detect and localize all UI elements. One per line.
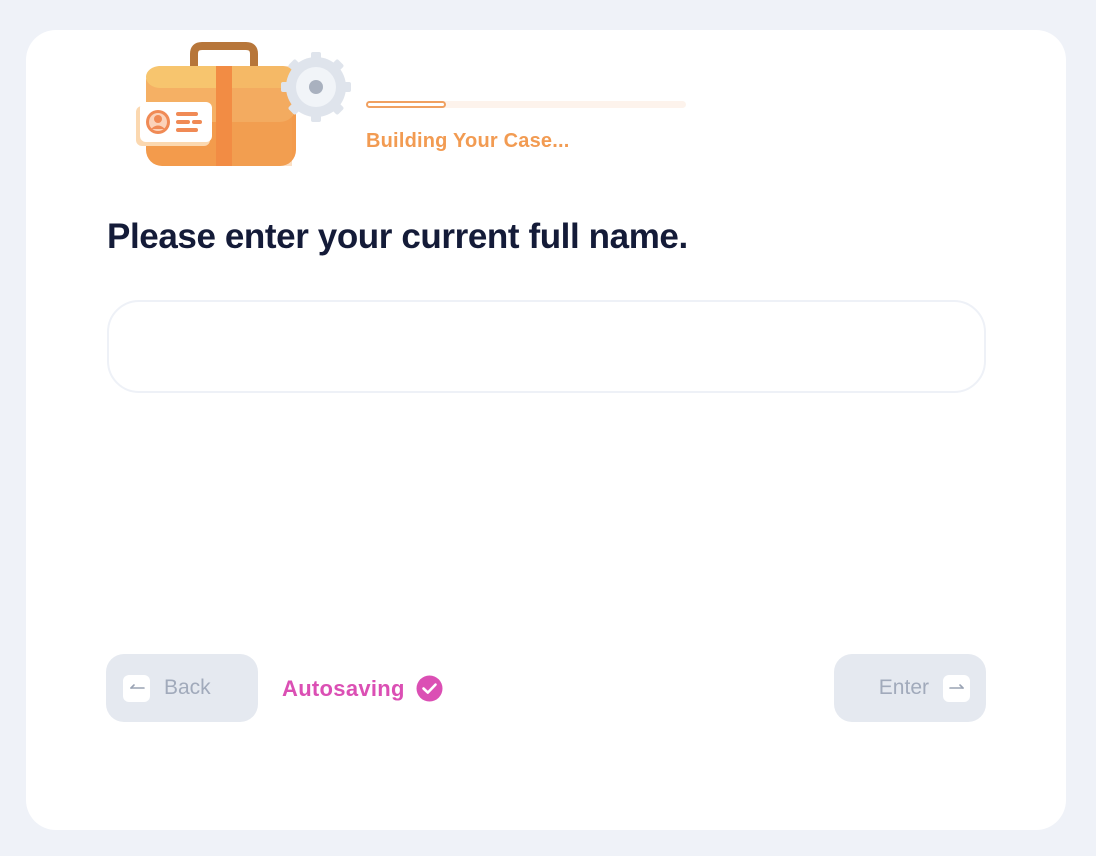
back-button[interactable]: Back [106,654,258,722]
progress-bar [366,101,686,108]
check-circle-icon [416,675,443,702]
briefcase-gear-icon [134,42,356,172]
autosave-label: Autosaving [282,675,405,701]
enter-button[interactable]: Enter [834,654,986,722]
form-card: Building Your Case... Please enter your … [26,30,1066,830]
question-heading: Please enter your current full name. [107,217,688,256]
enter-button-label: Enter [878,676,929,699]
autosave-status: Autosaving [282,675,443,702]
progress-label: Building Your Case... [366,130,570,152]
back-button-label: Back [164,676,211,699]
arrow-left-icon [123,674,150,702]
progress-bar-fill [366,101,446,108]
full-name-input[interactable] [107,300,986,393]
arrow-right-icon [943,674,970,702]
